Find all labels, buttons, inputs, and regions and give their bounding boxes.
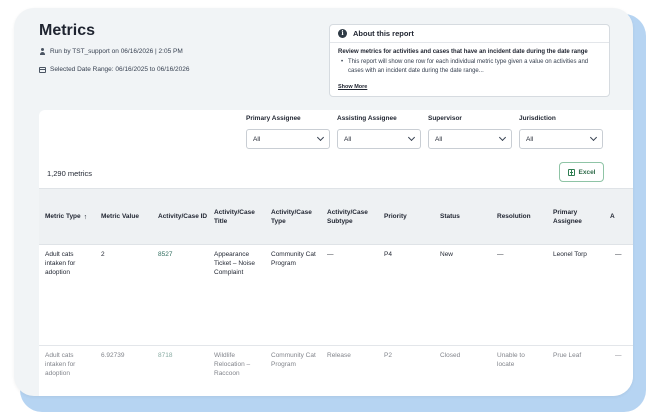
primary-assignee-select[interactable]: All [246, 129, 330, 149]
column-header-metric-type[interactable]: Metric Type ↑ [45, 189, 97, 246]
column-header-case-id[interactable]: Activity/Case ID [158, 189, 208, 246]
filter-jurisdiction: Jurisdiction All [519, 115, 603, 149]
chevron-down-icon [316, 133, 325, 142]
excel-export-button[interactable]: Excel [559, 162, 604, 182]
column-header-truncated[interactable]: A [610, 189, 630, 246]
about-bullet: This report will show one row for each i… [338, 58, 601, 75]
about-report-box: i About this report Review metrics for a… [329, 24, 610, 97]
cell-status: New [440, 251, 454, 258]
chevron-down-icon [589, 133, 598, 142]
filter-label: Primary Assignee [246, 115, 301, 122]
cell-case-type: Community Cat Program [271, 352, 316, 369]
cell-metric-type: Adult cats intaken for adoption [45, 251, 76, 277]
table-row[interactable]: Adult cats intaken for adoption 6.92739 … [39, 346, 633, 396]
date-range-info: Selected Date Range: 06/16/2025 to 06/16… [39, 66, 190, 73]
select-value: All [253, 135, 261, 143]
filter-primary-assignee: Primary Assignee All [246, 115, 330, 149]
select-value: All [344, 135, 352, 143]
report-card: Metrics Run by TST_support on 06/16/2026… [14, 8, 633, 396]
person-icon [39, 48, 46, 55]
page-title: Metrics [39, 22, 96, 39]
table-row[interactable]: Adult cats intaken for adoption 2 8527 A… [39, 245, 633, 346]
filter-label: Assisting Assignee [337, 115, 397, 122]
excel-label: Excel [578, 168, 596, 176]
cell-primary-assignee: Leonel Torp [553, 251, 587, 258]
filter-assisting-assignee: Assisting Assignee All [337, 115, 421, 149]
cell-case-subtype: Release [327, 352, 351, 359]
column-header-priority[interactable]: Priority [384, 189, 429, 246]
column-header-primary-assignee[interactable]: Primary Assignee [553, 189, 601, 246]
cell-case-subtype: — [327, 251, 334, 258]
cell-status: Closed [440, 352, 461, 359]
cell-case-title: Wildlife Relocation – Raccoon [214, 352, 251, 378]
cell-truncated: — [615, 251, 622, 258]
sort-arrow-icon: ↑ [83, 213, 88, 221]
run-info: Run by TST_support on 06/16/2026 | 2:05 … [39, 48, 183, 55]
date-range-text: Selected Date Range: 06/16/2025 to 06/16… [50, 66, 190, 73]
select-value: All [526, 135, 534, 143]
column-header-resolution[interactable]: Resolution [497, 189, 542, 246]
excel-icon [567, 168, 575, 176]
cell-case-id-link[interactable]: 8718 [158, 351, 208, 360]
assisting-assignee-select[interactable]: All [337, 129, 421, 149]
run-by-text: Run by TST_support on 06/16/2026 | 2:05 … [50, 48, 183, 55]
cell-case-type: Community Cat Program [271, 251, 316, 268]
about-title: About this report [353, 29, 414, 38]
chevron-down-icon [498, 133, 507, 142]
column-header-case-subtype[interactable]: Activity/Case Subtype [327, 189, 377, 246]
column-header-metric-value[interactable]: Metric Value [101, 189, 151, 246]
show-more-link[interactable]: Show More [338, 84, 367, 90]
select-value: All [435, 135, 443, 143]
filter-label: Supervisor [428, 115, 462, 122]
jurisdiction-select[interactable]: All [519, 129, 603, 149]
about-body: Review metrics for activities and cases … [330, 43, 609, 93]
info-icon: i [338, 29, 347, 38]
column-header-case-title[interactable]: Activity/Case Title [214, 189, 264, 246]
table-header: Metric Type ↑ Metric Value Activity/Case… [39, 188, 633, 245]
cell-resolution: — [497, 251, 504, 258]
cell-metric-value: 2 [101, 251, 105, 258]
filter-supervisor: Supervisor All [428, 115, 512, 149]
cell-case-id-link[interactable]: 8527 [158, 250, 208, 259]
results-panel: Primary Assignee All Assisting Assignee … [39, 110, 633, 396]
column-header-case-type[interactable]: Activity/Case Type [271, 189, 321, 246]
cell-metric-value: 6.92739 [101, 352, 125, 359]
cell-priority: P4 [384, 251, 392, 258]
cell-case-title: Appearance Ticket – Noise Complaint [214, 251, 255, 277]
cell-metric-type: Adult cats intaken for adoption [45, 352, 76, 378]
results-count: 1,290 metrics [47, 169, 93, 178]
about-description: Review metrics for activities and cases … [338, 49, 588, 55]
column-header-status[interactable]: Status [440, 189, 485, 246]
cell-truncated: — [615, 352, 622, 359]
chevron-down-icon [407, 133, 416, 142]
calendar-icon [39, 67, 46, 73]
filter-label: Jurisdiction [519, 115, 556, 122]
cell-resolution: Unable to locate [497, 352, 525, 369]
about-header: i About this report [330, 25, 609, 43]
cell-primary-assignee: Prue Leaf [553, 352, 582, 359]
cell-priority: P2 [384, 352, 392, 359]
supervisor-select[interactable]: All [428, 129, 512, 149]
